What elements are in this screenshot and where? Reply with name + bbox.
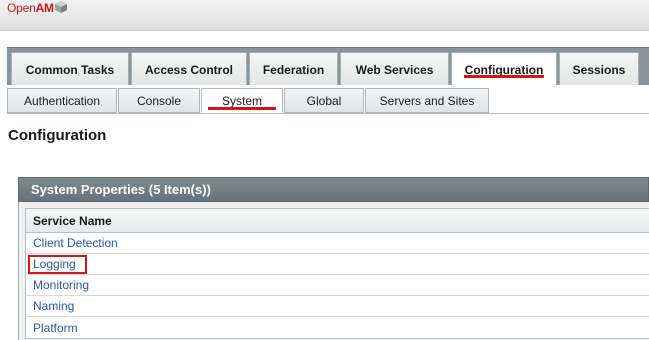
tab-configuration[interactable]: Configuration — [451, 52, 557, 86]
tab-common-tasks[interactable]: Common Tasks — [11, 52, 129, 86]
subtab-label: System — [221, 93, 262, 108]
table-row: Naming — [26, 296, 649, 317]
subtab-system[interactable]: System — [201, 88, 283, 113]
active-subtab-indicator — [208, 107, 276, 110]
table-row: Monitoring — [26, 275, 649, 296]
app-header: Open AM — [0, 0, 649, 31]
system-properties-table: System Properties (5 Item(s)) Service Na… — [18, 177, 649, 340]
table-row: Client Detection — [26, 233, 649, 254]
service-link-platform[interactable]: Platform — [33, 321, 78, 335]
table-row: Platform — [26, 317, 649, 338]
table-title: System Properties (5 Item(s)) — [18, 177, 649, 202]
page-title: Configuration — [8, 127, 107, 144]
subtab-label: Console — [136, 93, 182, 108]
tab-label: Sessions — [572, 62, 626, 77]
tab-federation[interactable]: Federation — [249, 52, 338, 86]
service-link-client-detection[interactable]: Client Detection — [33, 236, 118, 250]
primary-tab-bar: Common Tasks Access Control Federation W… — [7, 47, 649, 86]
service-link-monitoring[interactable]: Monitoring — [33, 278, 89, 292]
tab-label: Federation — [262, 62, 325, 77]
subtab-global[interactable]: Global — [284, 88, 364, 113]
table-inner: Service Name Client Detection Logging Mo… — [25, 208, 649, 339]
highlight-box — [28, 255, 87, 274]
subtab-servers-and-sites[interactable]: Servers and Sites — [365, 88, 489, 113]
service-link-naming[interactable]: Naming — [33, 299, 74, 313]
subtab-label: Authentication — [23, 93, 101, 108]
subtab-label: Servers and Sites — [379, 93, 475, 108]
tab-access-control[interactable]: Access Control — [131, 52, 247, 86]
table-row: Logging — [26, 254, 649, 275]
active-tab-indicator — [464, 75, 544, 78]
table-body: Service Name Client Detection Logging Mo… — [18, 202, 649, 340]
tab-sessions[interactable]: Sessions — [559, 52, 639, 86]
column-header-service-name[interactable]: Service Name — [26, 209, 649, 233]
openam-logo: Open AM — [7, 1, 67, 15]
tab-label: Access Control — [144, 62, 234, 77]
logo-text-am: AM — [35, 1, 54, 15]
tab-label: Common Tasks — [25, 62, 115, 77]
secondary-tab-bar: Authentication Console System Global Ser… — [7, 85, 649, 114]
logo-text-open: Open — [7, 1, 36, 15]
tab-label: Web Services — [355, 62, 434, 77]
subtab-console[interactable]: Console — [118, 88, 200, 113]
logo-cube-icon — [54, 1, 67, 13]
tab-web-services[interactable]: Web Services — [340, 52, 449, 86]
subtab-authentication[interactable]: Authentication — [7, 88, 117, 113]
subtab-label: Global — [306, 93, 342, 108]
